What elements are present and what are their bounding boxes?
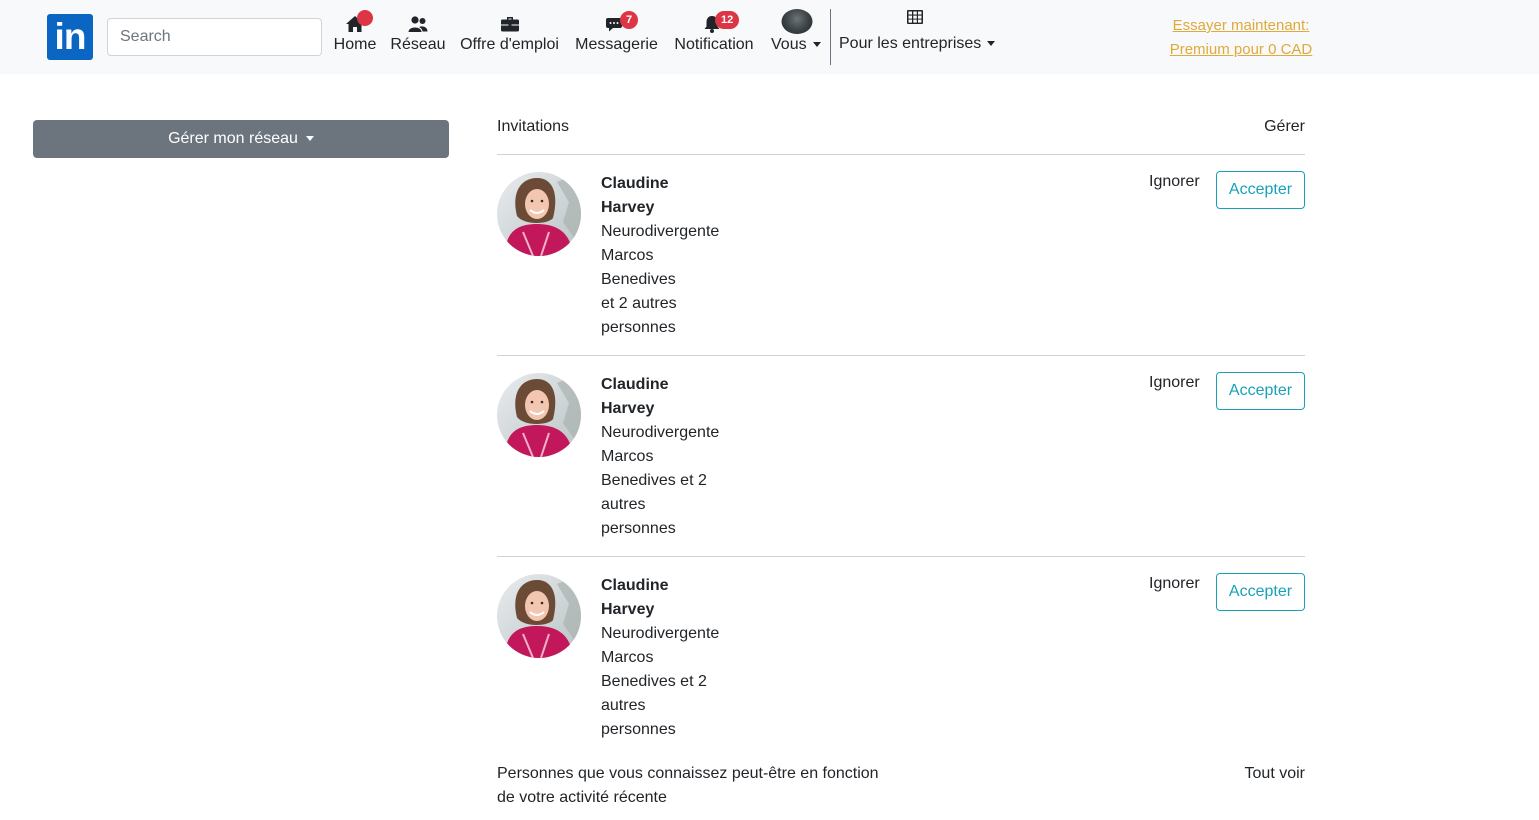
nav-jobs[interactable]: Offre d'emploi [456,0,563,74]
suggestions-text: Personnes que vous connaissez peut-être … [497,765,879,806]
invitation-last-name[interactable]: Harvey [601,598,731,622]
profile-photo[interactable] [497,574,581,658]
premium-link[interactable]: Essayer maintenant: Premium pour 0 CAD [1160,14,1322,62]
grid-icon [907,10,923,24]
invitation-description-line: Benedives et 2 [601,673,707,690]
invitation-card: Claudine Harvey Neurodivergente Marcos Ben… [497,356,1305,557]
nav-home[interactable]: Home [330,0,380,74]
invitation-description-line: autres [601,496,646,513]
invitation-first-name[interactable]: Claudine [601,172,731,196]
nav-me[interactable]: Vous [768,0,825,74]
people-icon [408,16,428,32]
home-notification-dot [357,10,373,26]
nav-messaging-label: Messagerie [575,36,658,53]
accept-button[interactable]: Accepter [1216,171,1305,209]
invitation-description-line: autres [601,697,646,714]
main-content: Invitations Gérer Claudine Harvey Neurod… [497,110,1305,818]
invitation-description-line: Marcos [601,649,654,666]
briefcase-icon [500,17,519,32]
see-all-link[interactable]: Tout voir [1245,762,1305,786]
notifications-badge: 12 [715,11,740,29]
nav-me-wrapper: Vous [771,36,821,54]
profile-photo[interactable] [497,172,581,256]
invitation-description: Neurodivergente Marcos Benedives et 2 autre… [601,421,731,541]
accept-button[interactable]: Accepter [1216,372,1305,410]
messaging-badge: 7 [620,11,639,29]
manage-link[interactable]: Gérer [1264,118,1305,136]
invitation-description-line: Neurodivergente [601,223,720,240]
nav-messaging[interactable]: 7 Messagerie [574,0,659,74]
suggestions-header: Personnes que vous connaissez peut-être … [497,758,1305,818]
invitation-card: Claudine Harvey Neurodivergente Marcos Ben… [497,557,1305,758]
premium-line-2: Premium pour 0 CAD [1169,41,1313,58]
invitation-description-line: Neurodivergente [601,625,720,642]
linkedin-logo[interactable]: in [47,14,93,60]
invitation-first-name[interactable]: Claudine [601,373,731,397]
nav-home-label: Home [333,36,377,53]
nav-divider [830,9,831,65]
ignore-button[interactable]: Ignorer [1149,374,1200,392]
invitations-header: Invitations Gérer [497,110,1305,155]
invitation-card: Claudine Harvey Neurodivergente Marcos Ben… [497,155,1305,356]
invitation-info: Claudine Harvey Neurodivergente Marcos Ben… [601,172,731,340]
invitation-description-line: personnes [601,721,676,738]
manage-network-label: Gérer mon réseau [168,130,298,147]
invitation-description: Neurodivergente Marcos Benedives et 2 autre… [601,622,731,742]
invitation-description-line: Benedives [601,271,676,288]
ignore-button[interactable]: Ignorer [1149,173,1200,191]
nav-business-label: Pour les entreprises [839,35,982,52]
nav-jobs-label: Offre d'emploi [460,36,559,53]
invitation-description: Neurodivergente Marcos Benedives et 2 autre… [601,220,731,340]
chevron-down-icon [987,41,996,47]
nav-business[interactable]: Pour les entreprises [836,0,996,74]
top-navbar: in Home Réseau Offre d'emploi [0,0,1539,74]
invitation-first-name[interactable]: Claudine [601,574,731,598]
invitation-description-line: Marcos [601,247,654,264]
invitation-info: Claudine Harvey Neurodivergente Marcos Ben… [601,574,731,742]
invitation-description-line: Neurodivergente [601,424,720,441]
premium-line-1: Essayer maintenant: [1172,17,1310,34]
search-input[interactable] [107,18,322,56]
nav-network[interactable]: Réseau [390,0,446,74]
invitation-description-line: Marcos [601,448,654,465]
nav-business-wrapper: Pour les entreprises [839,35,996,53]
invitation-last-name[interactable]: Harvey [601,397,731,421]
profile-photo[interactable] [497,373,581,457]
chevron-down-icon [812,42,821,48]
nav-me-label: Vous [771,36,807,53]
chevron-down-icon [305,136,314,142]
nav-notifications-label: Notification [674,36,754,53]
ignore-button[interactable]: Ignorer [1149,575,1200,593]
invitation-description-line: personnes [601,319,676,336]
invitation-description-line: personnes [601,520,676,537]
nav-network-label: Réseau [390,36,446,53]
invitations-list: Claudine Harvey Neurodivergente Marcos Ben… [497,155,1305,758]
invitation-description-line: et 2 autres [601,295,677,312]
nav-notifications[interactable]: 12 Notification [670,0,758,74]
invitation-description-line: Benedives et 2 [601,472,707,489]
accept-button[interactable]: Accepter [1216,573,1305,611]
invitations-title: Invitations [497,118,570,135]
user-avatar [781,9,812,34]
manage-network-button[interactable]: Gérer mon réseau [33,120,449,158]
invitation-info: Claudine Harvey Neurodivergente Marcos Ben… [601,373,731,541]
invitation-last-name[interactable]: Harvey [601,196,731,220]
